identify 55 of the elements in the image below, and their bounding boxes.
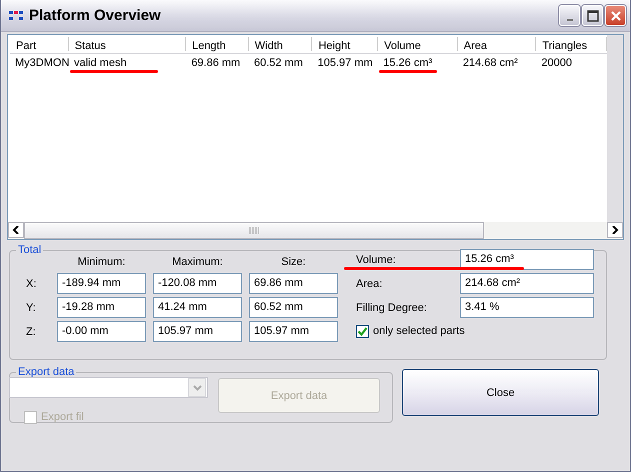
field-label: Volume: (355, 254, 397, 266)
checkbox-label: only selected parts (373, 325, 465, 337)
axis-label: Z: (25, 326, 37, 338)
column-label: Size: (280, 256, 307, 270)
value-field[interactable]: -189.94 mm (57, 273, 146, 294)
group-title: Export data (17, 366, 76, 378)
scroll-thumb[interactable] (24, 222, 484, 239)
minimize-button[interactable] (559, 5, 580, 26)
horizontal-scrollbar[interactable] (8, 222, 623, 239)
table-cell: My3DMON (15, 57, 70, 69)
minimize-icon (566, 18, 572, 20)
value-field[interactable]: 105.97 mm (249, 321, 338, 342)
column-header[interactable]: Area (458, 37, 536, 51)
value-field[interactable]: 60.52 mm (249, 297, 338, 318)
table-cell: 105.97 mm (318, 57, 373, 69)
app-icon (9, 10, 23, 22)
axis-label: Y: (25, 302, 37, 314)
field-label: Filling Degree: (355, 302, 428, 314)
scroll-right-button[interactable] (607, 222, 623, 238)
table-cell: 69.86 mm (191, 57, 240, 69)
value-field[interactable]: -0.00 mm (57, 321, 146, 342)
close-button[interactable] (605, 5, 626, 26)
column-header[interactable]: Width (248, 37, 312, 51)
column-header[interactable]: Volume (378, 37, 458, 51)
table-cell: 60.52 mm (254, 57, 303, 69)
chevron-down-icon (192, 384, 202, 390)
checkbox-label: Export fil (41, 411, 84, 423)
close-icon (610, 10, 622, 22)
value-field[interactable]: -19.28 mm (57, 297, 146, 318)
value-field[interactable]: 15.26 cm³ (460, 249, 594, 270)
value-field[interactable]: 69.86 mm (249, 273, 338, 294)
column-header[interactable]: Status (68, 37, 186, 51)
table-cell: 214.68 cm² (462, 57, 518, 69)
value-field[interactable]: 105.97 mm (153, 321, 242, 342)
scroll-left-button[interactable] (8, 222, 24, 238)
column-header[interactable]: Part (10, 37, 69, 51)
close-dialog-button[interactable]: Close (402, 369, 599, 416)
axis-label: X: (25, 278, 38, 290)
value-field[interactable]: 41.24 mm (153, 297, 242, 318)
table-cell: valid mesh (74, 57, 127, 69)
column-header[interactable]: Height (312, 37, 378, 51)
column-label: Maximum: (171, 256, 224, 270)
maximize-button[interactable] (582, 5, 603, 26)
column-header[interactable]: Length (186, 37, 249, 51)
group-title: Total (17, 244, 42, 256)
column-label: Minimum: (76, 256, 126, 270)
value-field[interactable]: 3.41 % (460, 297, 594, 318)
maximize-icon (586, 10, 598, 22)
window-title: Platform Overview (29, 7, 162, 24)
checkbox[interactable] (356, 324, 369, 338)
table-cell: 15.26 cm³ (383, 57, 432, 69)
table-cell: 20000 (541, 57, 572, 69)
field-label: Area: (355, 278, 384, 290)
value-field[interactable]: 214.68 cm² (460, 273, 594, 294)
value-field[interactable]: -120.08 mm (153, 273, 242, 294)
